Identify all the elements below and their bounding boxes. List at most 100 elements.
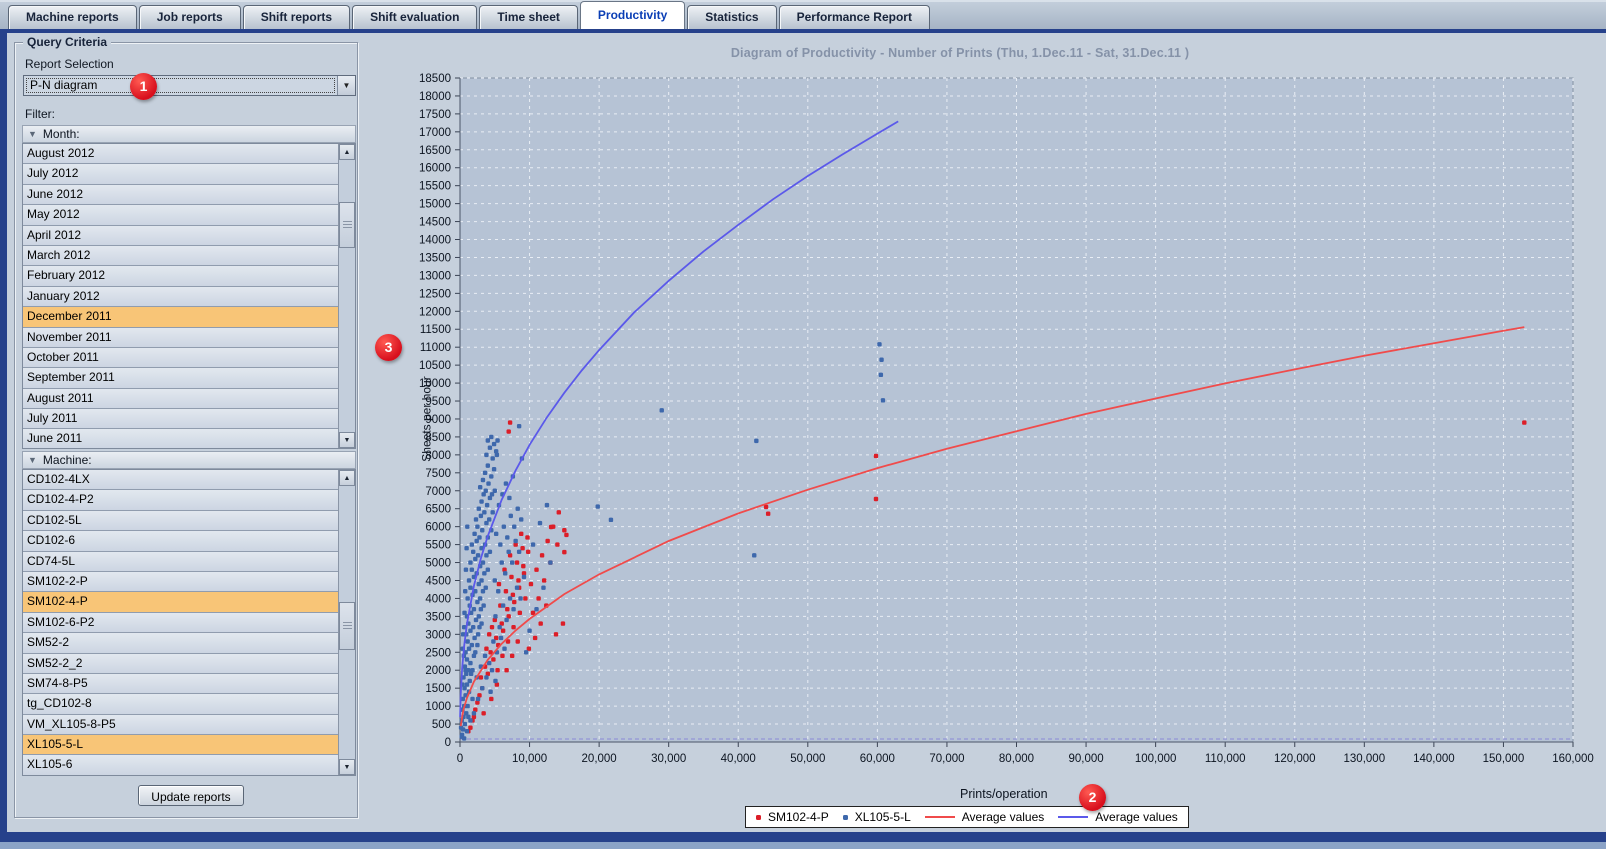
list-item-july-2012[interactable]: July 2012: [23, 164, 338, 185]
machine-section-label: Machine:: [42, 453, 92, 467]
list-item-cd74-5l[interactable]: CD74-5L: [23, 551, 338, 572]
data-point-sm102-4-p: [507, 420, 513, 425]
machine-scrollbar-thumb[interactable]: [339, 602, 355, 650]
data-point-sm102-4-p: [560, 621, 566, 626]
list-item-cd102-5l[interactable]: CD102-5L: [23, 510, 338, 532]
data-point-xl105-5-l: [475, 524, 480, 529]
update-reports-button[interactable]: Update reports: [138, 785, 244, 806]
data-point-sm102-4-p: [873, 496, 879, 502]
list-item-october-2011[interactable]: October 2011: [23, 347, 338, 369]
data-point-xl105-5-l: [493, 678, 498, 684]
chevron-down-icon: ▼: [342, 81, 351, 90]
data-point-xl105-5-l: [509, 560, 515, 565]
list-item-vm-xl105-8-p5[interactable]: VM_XL105-8-P5: [23, 714, 338, 736]
data-point-xl105-5-l: [505, 535, 510, 540]
data-point-xl105-5-l: [480, 528, 485, 533]
y-tick-label: 13000: [419, 270, 451, 282]
data-point-xl105-5-l: [523, 650, 529, 655]
data-point-xl105-5-l: [537, 520, 543, 526]
report-selection-dropdown[interactable]: P-N diagram ▼: [23, 75, 356, 96]
machine-scroll-down-button[interactable]: ▼: [339, 759, 355, 775]
data-point-sm102-4-p: [525, 549, 531, 554]
month-scroll-up-button[interactable]: ▲: [339, 144, 355, 160]
tab-shift-evaluation[interactable]: Shift evaluation: [352, 5, 478, 29]
tab-statistics[interactable]: Statistics: [687, 5, 777, 29]
month-scrollbar-thumb[interactable]: [339, 202, 355, 248]
y-tick-label: 12000: [419, 306, 451, 318]
x-tick-label: 70,000: [929, 753, 964, 765]
data-point-xl105-5-l: [508, 513, 513, 519]
data-point-xl105-5-l: [465, 596, 470, 601]
list-item-march-2012[interactable]: March 2012: [23, 245, 338, 267]
tab-machine-reports[interactable]: Machine reports: [8, 5, 137, 29]
tab-time-sheet[interactable]: Time sheet: [479, 5, 578, 29]
list-item-sm52-2[interactable]: SM52-2: [23, 633, 338, 654]
data-point-sm102-4-p: [500, 653, 505, 659]
list-item-sm102-4-p[interactable]: SM102-4-P: [23, 592, 338, 613]
data-point-xl105-5-l: [516, 549, 522, 554]
list-item-xl105-5-l[interactable]: XL105-5-L: [23, 735, 338, 756]
data-point-xl105-5-l: [491, 467, 497, 472]
list-item-november-2011[interactable]: November 2011: [23, 327, 338, 348]
machine-scroll-up-button[interactable]: ▲: [339, 470, 355, 486]
list-item-sm102-6-p2[interactable]: SM102-6-P2: [23, 612, 338, 634]
data-point-sm102-4-p: [517, 610, 523, 615]
pn-diagram-plot: 0 500 1000 1500 2000 2500 3000 3500 4000 4500 5000…: [419, 73, 1594, 765]
data-point-xl105-5-l: [489, 434, 494, 440]
y-tick-label: 18500: [419, 73, 451, 85]
tab-shift-reports[interactable]: Shift reports: [242, 5, 351, 29]
list-item-sm74-8-p5[interactable]: SM74-8-P5: [23, 673, 338, 695]
list-item-sm102-2-p[interactable]: SM102-2-P: [23, 571, 338, 593]
data-point-sm102-4-p: [548, 524, 554, 530]
data-point-sm102-4-p: [509, 574, 514, 580]
x-tick-label: 110,000: [1205, 753, 1246, 765]
list-item-cd102-6[interactable]: CD102-6: [23, 531, 338, 552]
tab-job-reports[interactable]: Job reports: [138, 5, 241, 29]
list-item-february-2012[interactable]: February 2012: [23, 266, 338, 287]
data-point-xl105-5-l: [476, 506, 481, 511]
data-point-xl105-5-l: [480, 560, 486, 565]
list-item-june-2012[interactable]: June 2012: [23, 184, 338, 206]
list-item-august-2012[interactable]: August 2012: [23, 144, 338, 165]
tab-performance-report[interactable]: Performance Report: [778, 5, 930, 29]
month-scrollbar[interactable]: ▲ ▼: [338, 144, 355, 448]
list-item-july-2011[interactable]: July 2011: [23, 409, 338, 430]
list-item-tg-cd102-8[interactable]: tg_CD102-8: [23, 694, 338, 715]
tab-productivity[interactable]: Productivity: [579, 1, 686, 29]
machine-section-header[interactable]: ▼ Machine:: [22, 451, 356, 469]
list-item-sm52-2-2[interactable]: SM52-2_2: [23, 653, 338, 674]
data-point-xl105-5-l: [467, 678, 472, 684]
list-item-cd102-4-p2[interactable]: CD102-4-P2: [23, 490, 338, 511]
legend-label: Average values: [1095, 810, 1178, 824]
list-item-december-2011[interactable]: December 2011: [23, 307, 338, 328]
list-item-january-2012[interactable]: January 2012: [23, 286, 338, 308]
data-point-xl105-5-l: [480, 477, 486, 483]
list-item-august-2011[interactable]: August 2011: [23, 388, 338, 410]
data-point-sm102-4-p: [562, 528, 567, 533]
list-item-april-2012[interactable]: April 2012: [23, 225, 338, 246]
data-point-xl105-5-l: [475, 642, 480, 648]
list-item-may-2012[interactable]: May 2012: [23, 205, 338, 226]
machine-scrollbar[interactable]: ▲ ▼: [338, 470, 355, 775]
list-item-september-2011[interactable]: September 2011: [23, 368, 338, 389]
month-scroll-down-button[interactable]: ▼: [339, 432, 355, 448]
month-list-rows: August 2012 July 2012 June 2012 May 2012 Apr…: [23, 144, 338, 448]
legend-label: Average values: [961, 810, 1045, 824]
list-item-cd102-4lx[interactable]: CD102-4LX: [23, 470, 338, 491]
list-item-xl105-6[interactable]: XL105-6: [23, 755, 338, 775]
y-tick-label: 2000: [425, 665, 451, 677]
data-point-xl105-5-l: [464, 657, 470, 662]
list-item-june-2011[interactable]: June 2011: [23, 429, 338, 448]
month-section-header[interactable]: ▼ Month:: [22, 125, 356, 143]
data-point-xl105-5-l: [468, 660, 473, 666]
data-point-xl105-5-l: [487, 445, 493, 450]
data-point-xl105-5-l: [471, 607, 477, 612]
data-point-sm102-4-p: [491, 657, 496, 662]
y-tick-label: 5500: [425, 540, 451, 552]
data-point-xl105-5-l: [534, 607, 539, 612]
data-point-xl105-5-l: [493, 531, 499, 537]
dropdown-button[interactable]: ▼: [337, 76, 355, 95]
data-point-xl105-5-l: [487, 549, 493, 554]
machine-list: CD102-4LX CD102-4-P2 CD102-5L CD102-6 CD74-5…: [22, 469, 356, 776]
data-point-xl105-5-l: [468, 585, 473, 590]
